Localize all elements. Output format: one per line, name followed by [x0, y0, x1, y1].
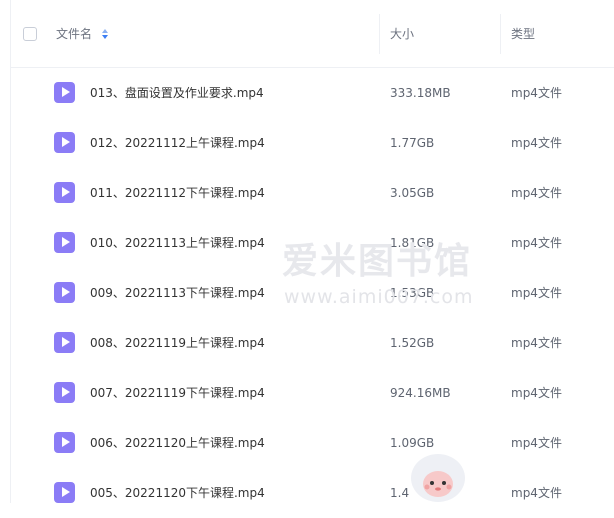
file-type: mp4文件 — [511, 136, 562, 150]
file-row[interactable]: 008、20221119上午课程.mp4 1.52GB mp4文件 — [11, 318, 614, 368]
column-divider[interactable] — [379, 14, 380, 54]
column-header-name[interactable]: 文件名 — [56, 0, 109, 67]
sort-icon[interactable] — [102, 28, 109, 39]
column-header-type-label: 类型 — [511, 27, 536, 41]
file-size: 924.16MB — [390, 386, 451, 400]
file-size: 1.4 — [390, 486, 410, 500]
file-name[interactable]: 005、20221120下午课程.mp4 — [90, 481, 265, 505]
file-type: mp4文件 — [511, 236, 562, 250]
video-file-icon — [54, 82, 75, 103]
file-row[interactable]: 012、20221112上午课程.mp4 1.77GB mp4文件 — [11, 118, 614, 168]
file-name[interactable]: 008、20221119上午课程.mp4 — [90, 331, 265, 355]
mascot-icon — [411, 454, 465, 502]
column-header-size[interactable]: 大小 — [390, 0, 414, 67]
video-file-icon — [54, 332, 75, 353]
column-header-size-label: 大小 — [390, 27, 415, 41]
column-header-name-label: 文件名 — [56, 27, 93, 41]
left-panel-edge — [0, 0, 11, 503]
file-name[interactable]: 011、20221112下午课程.mp4 — [90, 181, 265, 205]
file-name[interactable]: 007、20221119下午课程.mp4 — [90, 381, 265, 405]
file-type: mp4文件 — [511, 86, 562, 100]
file-row[interactable]: 007、20221119下午课程.mp4 924.16MB mp4文件 — [11, 368, 614, 418]
file-list-header: 文件名 大小 类型 — [11, 0, 614, 68]
file-name[interactable]: 012、20221112上午课程.mp4 — [90, 131, 265, 155]
file-row[interactable]: 005、20221120下午课程.mp4 1.4 mp4文件 — [11, 468, 614, 518]
video-file-icon — [54, 132, 75, 153]
file-name[interactable]: 009、20221113下午课程.mp4 — [90, 281, 265, 305]
file-type: mp4文件 — [511, 336, 562, 350]
file-name[interactable]: 010、20221113上午课程.mp4 — [90, 231, 265, 255]
file-type: mp4文件 — [511, 186, 562, 200]
file-name[interactable]: 013、盘面设置及作业要求.mp4 — [90, 81, 264, 105]
file-type: mp4文件 — [511, 286, 562, 300]
file-name[interactable]: 006、20221120上午课程.mp4 — [90, 431, 265, 455]
video-file-icon — [54, 382, 75, 403]
video-file-icon — [54, 282, 75, 303]
file-row[interactable]: 013、盘面设置及作业要求.mp4 333.18MB mp4文件 — [11, 68, 614, 118]
watermark-url: www.aimi007.com — [284, 286, 474, 308]
video-file-icon — [54, 482, 75, 503]
file-type: mp4文件 — [511, 486, 562, 500]
file-type: mp4文件 — [511, 436, 562, 450]
file-size: 333.18MB — [390, 86, 451, 100]
file-size: 3.05GB — [390, 186, 435, 200]
file-type: mp4文件 — [511, 386, 562, 400]
file-size: 1.52GB — [390, 336, 435, 350]
video-file-icon — [54, 182, 75, 203]
file-row[interactable]: 011、20221112下午课程.mp4 3.05GB mp4文件 — [11, 168, 614, 218]
column-divider[interactable] — [500, 14, 501, 54]
file-row[interactable]: 006、20221120上午课程.mp4 1.09GB mp4文件 — [11, 418, 614, 468]
watermark-title: 爱米图书馆 — [282, 241, 473, 282]
select-all-checkbox[interactable] — [23, 27, 37, 41]
video-file-icon — [54, 432, 75, 453]
file-size: 1.77GB — [390, 136, 435, 150]
column-header-type[interactable]: 类型 — [511, 0, 535, 67]
video-file-icon — [54, 232, 75, 253]
